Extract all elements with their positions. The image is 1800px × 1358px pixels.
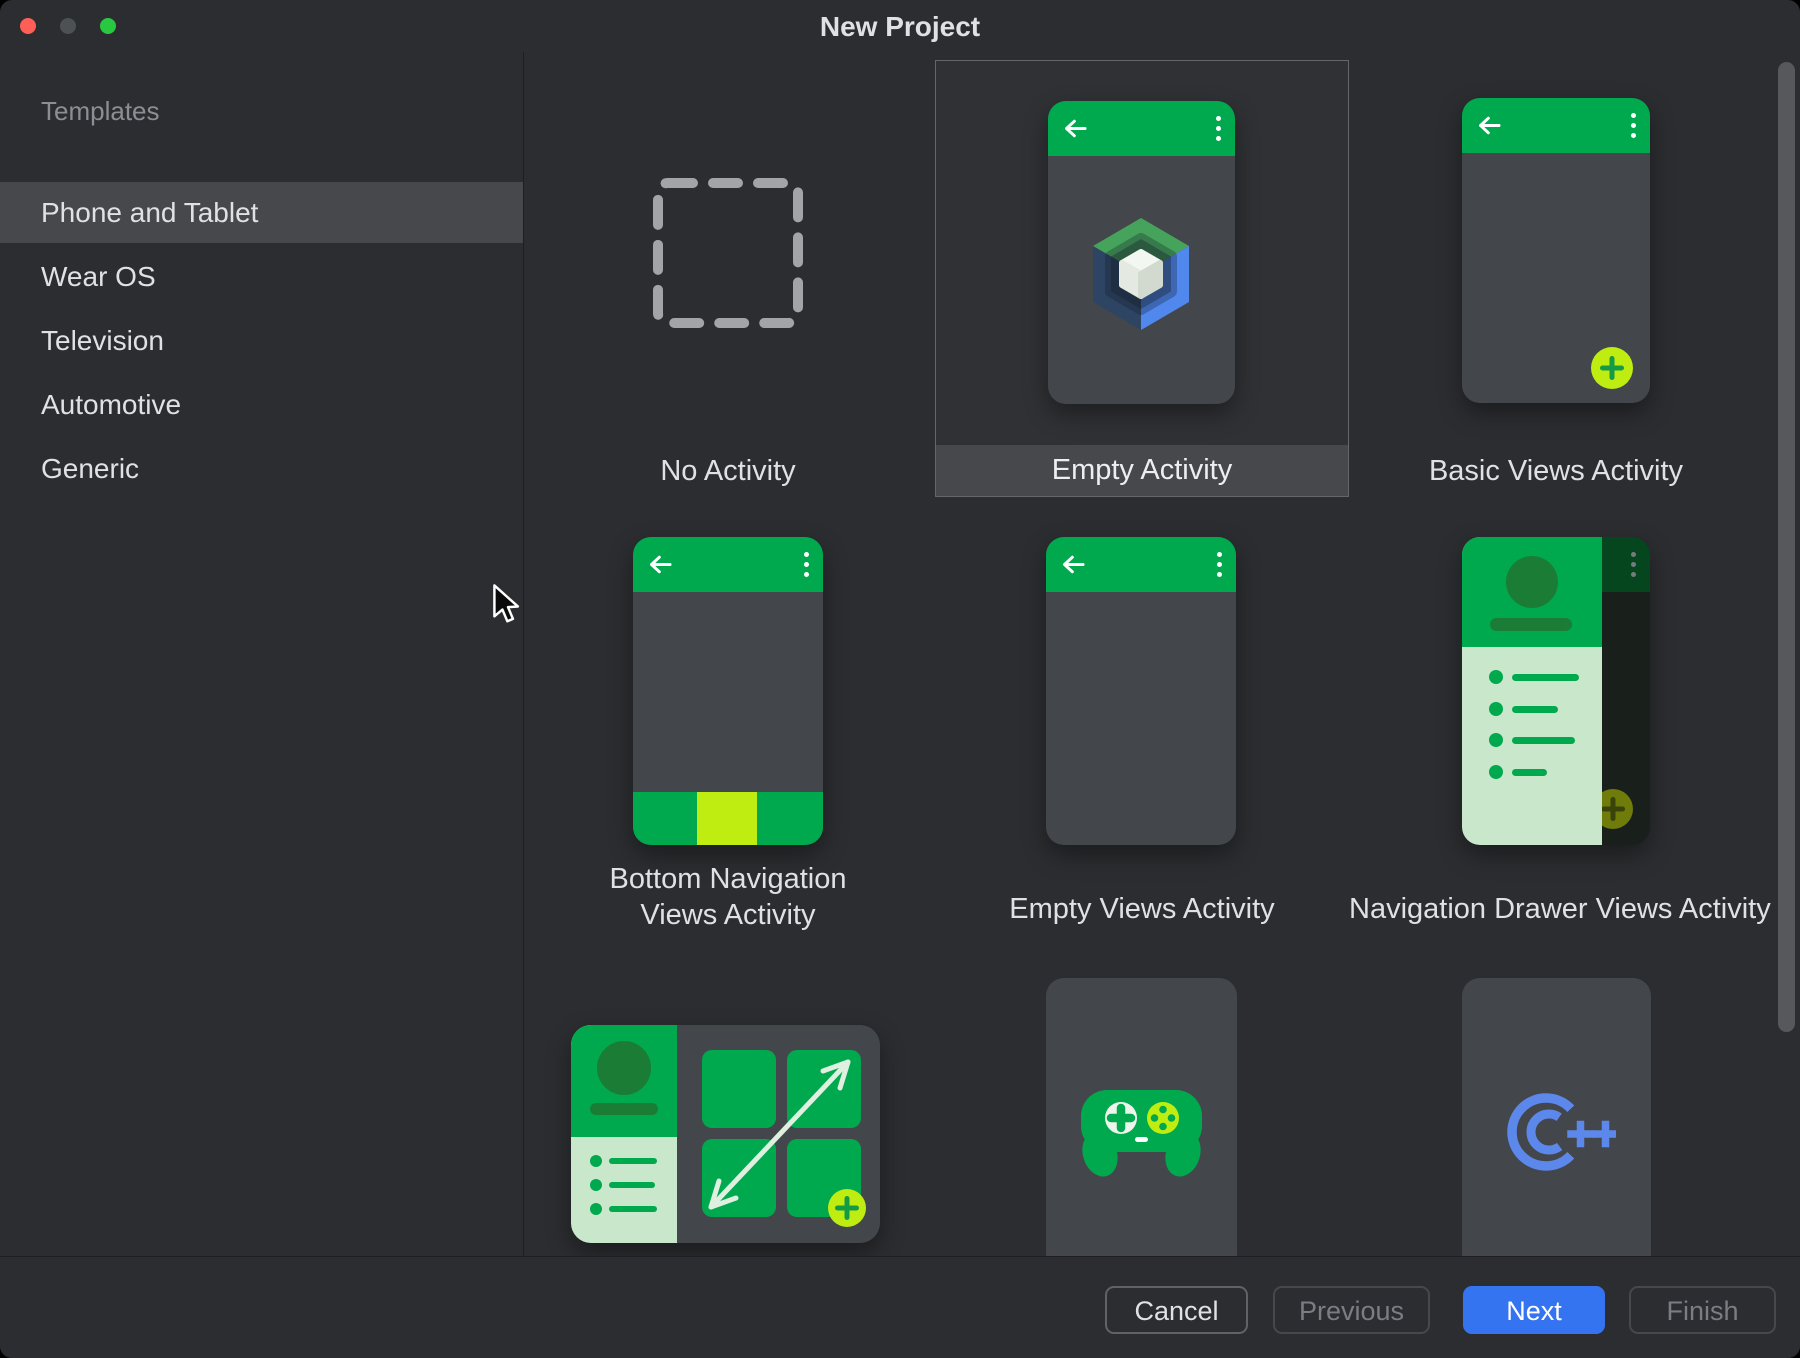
template-card-navigation-drawer-views-activity[interactable]: Navigation Drawer Views Activity bbox=[1349, 537, 1763, 937]
cancel-button[interactable]: Cancel bbox=[1105, 1286, 1248, 1334]
bottom-nav-phone-preview bbox=[633, 537, 823, 845]
back-arrow-icon bbox=[1060, 551, 1087, 578]
template-label: Basic Views Activity bbox=[1349, 455, 1763, 488]
window-title: New Project bbox=[0, 11, 1800, 43]
drawer-header bbox=[1462, 537, 1602, 647]
tablet-preview bbox=[571, 1025, 880, 1243]
titlebar: New Project bbox=[0, 0, 1800, 52]
phone-app-bar bbox=[1462, 98, 1650, 153]
finish-button[interactable]: Finish bbox=[1629, 1286, 1776, 1334]
dialog-footer: Cancel Previous Next Finish bbox=[0, 1256, 1800, 1358]
basic-views-phone-preview bbox=[1462, 98, 1650, 403]
phone-app-bar bbox=[633, 537, 823, 592]
sidebar-item-automotive[interactable]: Automotive bbox=[0, 374, 523, 435]
template-card-empty-activity[interactable]: Empty Activity bbox=[935, 60, 1349, 497]
kebab-menu-icon bbox=[1217, 552, 1222, 577]
game-phone-preview bbox=[1046, 978, 1237, 1256]
drawer-header bbox=[571, 1025, 677, 1137]
template-label-selected: Empty Activity bbox=[936, 445, 1348, 496]
avatar-icon bbox=[1506, 556, 1558, 608]
back-arrow-icon bbox=[1476, 112, 1503, 139]
template-card-responsive-views-activity[interactable] bbox=[521, 978, 935, 1256]
fab-add-icon bbox=[828, 1189, 866, 1227]
template-card-game-activity[interactable] bbox=[935, 978, 1349, 1256]
sidebar-item-television[interactable]: Television bbox=[0, 310, 523, 371]
next-button[interactable]: Next bbox=[1463, 1286, 1605, 1334]
previous-button[interactable]: Previous bbox=[1273, 1286, 1430, 1334]
phone-app-bar bbox=[1048, 101, 1235, 156]
nav-drawer-phone-preview bbox=[1462, 537, 1650, 845]
template-label: Empty Views Activity bbox=[935, 893, 1349, 926]
template-card-basic-views-activity[interactable]: Basic Views Activity bbox=[1349, 60, 1763, 497]
empty-views-phone-preview bbox=[1046, 537, 1236, 845]
template-card-native-cpp[interactable] bbox=[1349, 978, 1763, 1256]
kebab-menu-icon bbox=[1216, 116, 1221, 141]
cpp-phone-preview bbox=[1462, 978, 1651, 1256]
fab-add-icon bbox=[1591, 347, 1633, 389]
cpp-logo bbox=[1476, 1060, 1616, 1200]
sidebar-item-wear-os[interactable]: Wear OS bbox=[0, 246, 523, 307]
template-card-empty-views-activity[interactable]: Empty Views Activity bbox=[935, 537, 1349, 937]
back-arrow-icon bbox=[1062, 115, 1089, 142]
username-placeholder-bar bbox=[1490, 618, 1572, 631]
back-arrow-icon bbox=[647, 551, 674, 578]
new-project-dialog: New Project Templates Phone and Tablet W… bbox=[0, 0, 1800, 1358]
template-label: Bottom Navigation Views Activity bbox=[571, 861, 885, 933]
sidebar-item-generic[interactable]: Generic bbox=[0, 438, 523, 499]
sidebar: Templates Phone and Tablet Wear OS Telev… bbox=[0, 52, 524, 1256]
mouse-cursor bbox=[490, 583, 526, 625]
bottom-navigation-bar bbox=[633, 792, 823, 845]
tablet-drawer-panel bbox=[571, 1025, 677, 1243]
no-activity-dashed-square-icon bbox=[652, 177, 804, 329]
navigation-drawer bbox=[1462, 537, 1602, 845]
empty-activity-phone-preview bbox=[1048, 101, 1235, 404]
jetpack-compose-logo bbox=[1079, 209, 1203, 339]
kebab-menu-icon bbox=[1631, 113, 1636, 138]
template-card-no-activity[interactable]: No Activity bbox=[521, 60, 935, 497]
kebab-menu-icon bbox=[804, 552, 809, 577]
template-label: Navigation Drawer Views Activity bbox=[1349, 893, 1763, 926]
kebab-menu-icon bbox=[1631, 552, 1636, 577]
username-placeholder-bar bbox=[590, 1103, 658, 1115]
sidebar-item-phone-and-tablet[interactable]: Phone and Tablet bbox=[0, 182, 523, 243]
template-card-bottom-navigation-views-activity[interactable]: Bottom Navigation Views Activity bbox=[521, 537, 935, 937]
templates-header: Templates bbox=[41, 96, 160, 127]
gamepad-icon bbox=[1074, 1084, 1209, 1184]
vertical-scrollbar[interactable] bbox=[1778, 62, 1795, 1032]
phone-app-bar bbox=[1046, 537, 1236, 592]
avatar-icon bbox=[597, 1041, 651, 1095]
template-label: No Activity bbox=[521, 455, 935, 488]
